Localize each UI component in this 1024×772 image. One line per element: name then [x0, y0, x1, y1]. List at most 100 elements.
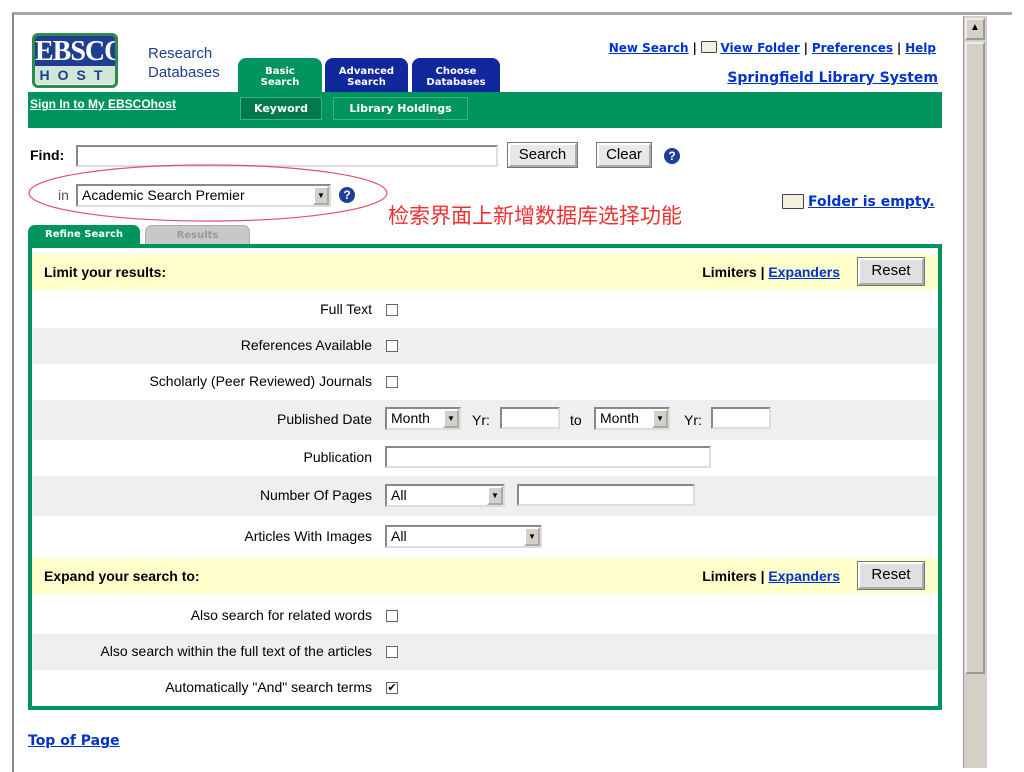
folder-icon	[782, 194, 804, 209]
clear-button[interactable]: Clear	[596, 142, 652, 168]
expanders-link[interactable]: Expanders	[768, 568, 840, 584]
pages-value: All	[391, 487, 407, 503]
new-search-link[interactable]: New Search	[609, 41, 689, 55]
preferences-link[interactable]: Preferences	[812, 41, 893, 55]
tab-results[interactable]: Results	[145, 225, 250, 245]
references-row: References Available	[32, 328, 938, 364]
reset-button[interactable]: Reset	[857, 257, 925, 286]
search-fulltext-label: Also search within the full text of the …	[100, 643, 372, 659]
chevron-down-icon: ▼	[443, 409, 459, 428]
month-to-select[interactable]: Month ▼	[594, 407, 670, 430]
related-words-checkbox[interactable]	[386, 610, 398, 622]
year-to-input[interactable]	[711, 407, 771, 429]
ebscohost-logo: EBSCO HOST	[32, 33, 118, 88]
limiters-expanders: Limiters | Expanders	[702, 568, 840, 584]
full-text-label: Full Text	[320, 301, 372, 317]
tab-label: Advanced	[338, 66, 395, 77]
search-button[interactable]: Search	[507, 142, 578, 168]
expand-header-row: Expand your search to: Limiters | Expand…	[32, 558, 938, 594]
annotation-text: 检索界面上新增数据库选择功能	[388, 204, 682, 228]
images-label: Articles With Images	[244, 528, 372, 544]
scroll-up-button[interactable]: ▲	[965, 18, 985, 40]
subtab-library-holdings[interactable]: Library Holdings	[333, 97, 468, 120]
separator: |	[692, 41, 697, 55]
top-of-page-link[interactable]: Top of Page	[28, 733, 120, 749]
scholarly-checkbox[interactable]	[386, 376, 398, 388]
yr-label: Yr:	[472, 412, 490, 428]
scrollbar-thumb[interactable]	[965, 42, 985, 674]
search-fulltext-checkbox[interactable]	[386, 646, 398, 658]
help-link[interactable]: Help	[905, 41, 936, 55]
limit-header: Limit your results:	[44, 264, 167, 280]
tab-refine-search[interactable]: Refine Search	[28, 225, 140, 245]
published-date-label: Published Date	[277, 411, 372, 427]
chevron-down-icon: ▼	[524, 527, 540, 546]
limiters-label: Limiters	[702, 568, 757, 584]
images-value: All	[391, 528, 407, 544]
folder-status-link[interactable]: Folder is empty.	[808, 194, 935, 210]
chevron-down-icon: ▼	[652, 409, 668, 428]
auto-and-row: Automatically "And" search terms ✔	[32, 670, 938, 706]
pages-input[interactable]	[517, 484, 695, 506]
pages-label: Number Of Pages	[259, 487, 372, 503]
view-folder-link[interactable]: View Folder	[720, 41, 799, 55]
images-row: Articles With Images All ▼	[32, 517, 938, 555]
top-links: New Search | View Folder | Preferences |…	[609, 41, 936, 55]
scholarly-label: Scholarly (Peer Reviewed) Journals	[149, 373, 372, 389]
sign-in-link[interactable]: Sign In to My EBSCOhost	[30, 97, 176, 111]
full-text-checkbox[interactable]	[386, 304, 398, 316]
logo-host: HOST	[35, 66, 115, 84]
auto-and-label: Automatically "And" search terms	[165, 679, 372, 695]
logo-tagline: Research Databases	[148, 44, 220, 82]
logo-ebsco: EBSCO	[35, 36, 118, 67]
help-icon[interactable]: ?	[339, 187, 355, 203]
publication-label: Publication	[303, 449, 373, 465]
separator: |	[760, 568, 765, 584]
pages-row: Number Of Pages All ▼	[32, 476, 938, 516]
tab-label: Search	[260, 77, 300, 88]
expand-header: Expand your search to:	[44, 568, 200, 584]
pages-select[interactable]: All ▼	[385, 484, 505, 507]
auto-and-checkbox[interactable]: ✔	[386, 682, 398, 694]
chevron-down-icon: ▼	[313, 186, 329, 205]
tab-advanced-search[interactable]: Advanced Search	[325, 58, 408, 92]
month-value: Month	[600, 410, 639, 426]
search-fulltext-row: Also search within the full text of the …	[32, 634, 938, 670]
year-from-input[interactable]	[500, 407, 560, 429]
tagline-research: Research	[148, 45, 213, 62]
related-words-label: Also search for related words	[190, 607, 372, 623]
subtab-keyword[interactable]: Keyword	[240, 97, 322, 120]
limiters-label: Limiters	[702, 264, 757, 280]
reset-button[interactable]: Reset	[857, 561, 925, 590]
related-words-row: Also search for related words	[32, 598, 938, 634]
find-label: Find:	[30, 147, 65, 163]
scholarly-row: Scholarly (Peer Reviewed) Journals	[32, 364, 938, 400]
month-from-select[interactable]: Month ▼	[385, 407, 461, 430]
published-date-row: Published Date Month ▼ Yr: to Month ▼ Yr:	[32, 400, 938, 440]
expanders-link[interactable]: Expanders	[768, 264, 840, 280]
tab-basic-search[interactable]: Basic Search	[238, 58, 322, 92]
month-value: Month	[391, 410, 430, 426]
tab-label: Choose	[435, 66, 477, 77]
database-select-value: Academic Search Premier	[82, 187, 245, 203]
references-label: References Available	[240, 337, 372, 353]
publication-input[interactable]	[385, 446, 711, 468]
tab-label: Databases	[426, 77, 486, 88]
publication-row: Publication	[32, 440, 938, 476]
yr-label: Yr:	[684, 412, 702, 428]
tab-label: Search	[347, 77, 386, 88]
tab-choose-databases[interactable]: Choose Databases	[412, 58, 500, 92]
images-select[interactable]: All ▼	[385, 525, 542, 548]
limit-header-row: Limit your results: Limiters | Expanders…	[32, 254, 938, 290]
full-text-row: Full Text	[32, 292, 938, 328]
help-icon[interactable]: ?	[664, 148, 680, 164]
library-link[interactable]: Springfield Library System	[727, 70, 938, 86]
to-label: to	[570, 412, 582, 428]
db-in-label: in	[58, 187, 69, 203]
tab-label: Basic	[265, 66, 295, 77]
folder-icon	[700, 41, 717, 53]
separator: |	[760, 264, 765, 280]
database-select[interactable]: Academic Search Premier ▼	[76, 184, 331, 207]
references-checkbox[interactable]	[386, 340, 398, 352]
limiters-expanders: Limiters | Expanders	[702, 264, 840, 280]
